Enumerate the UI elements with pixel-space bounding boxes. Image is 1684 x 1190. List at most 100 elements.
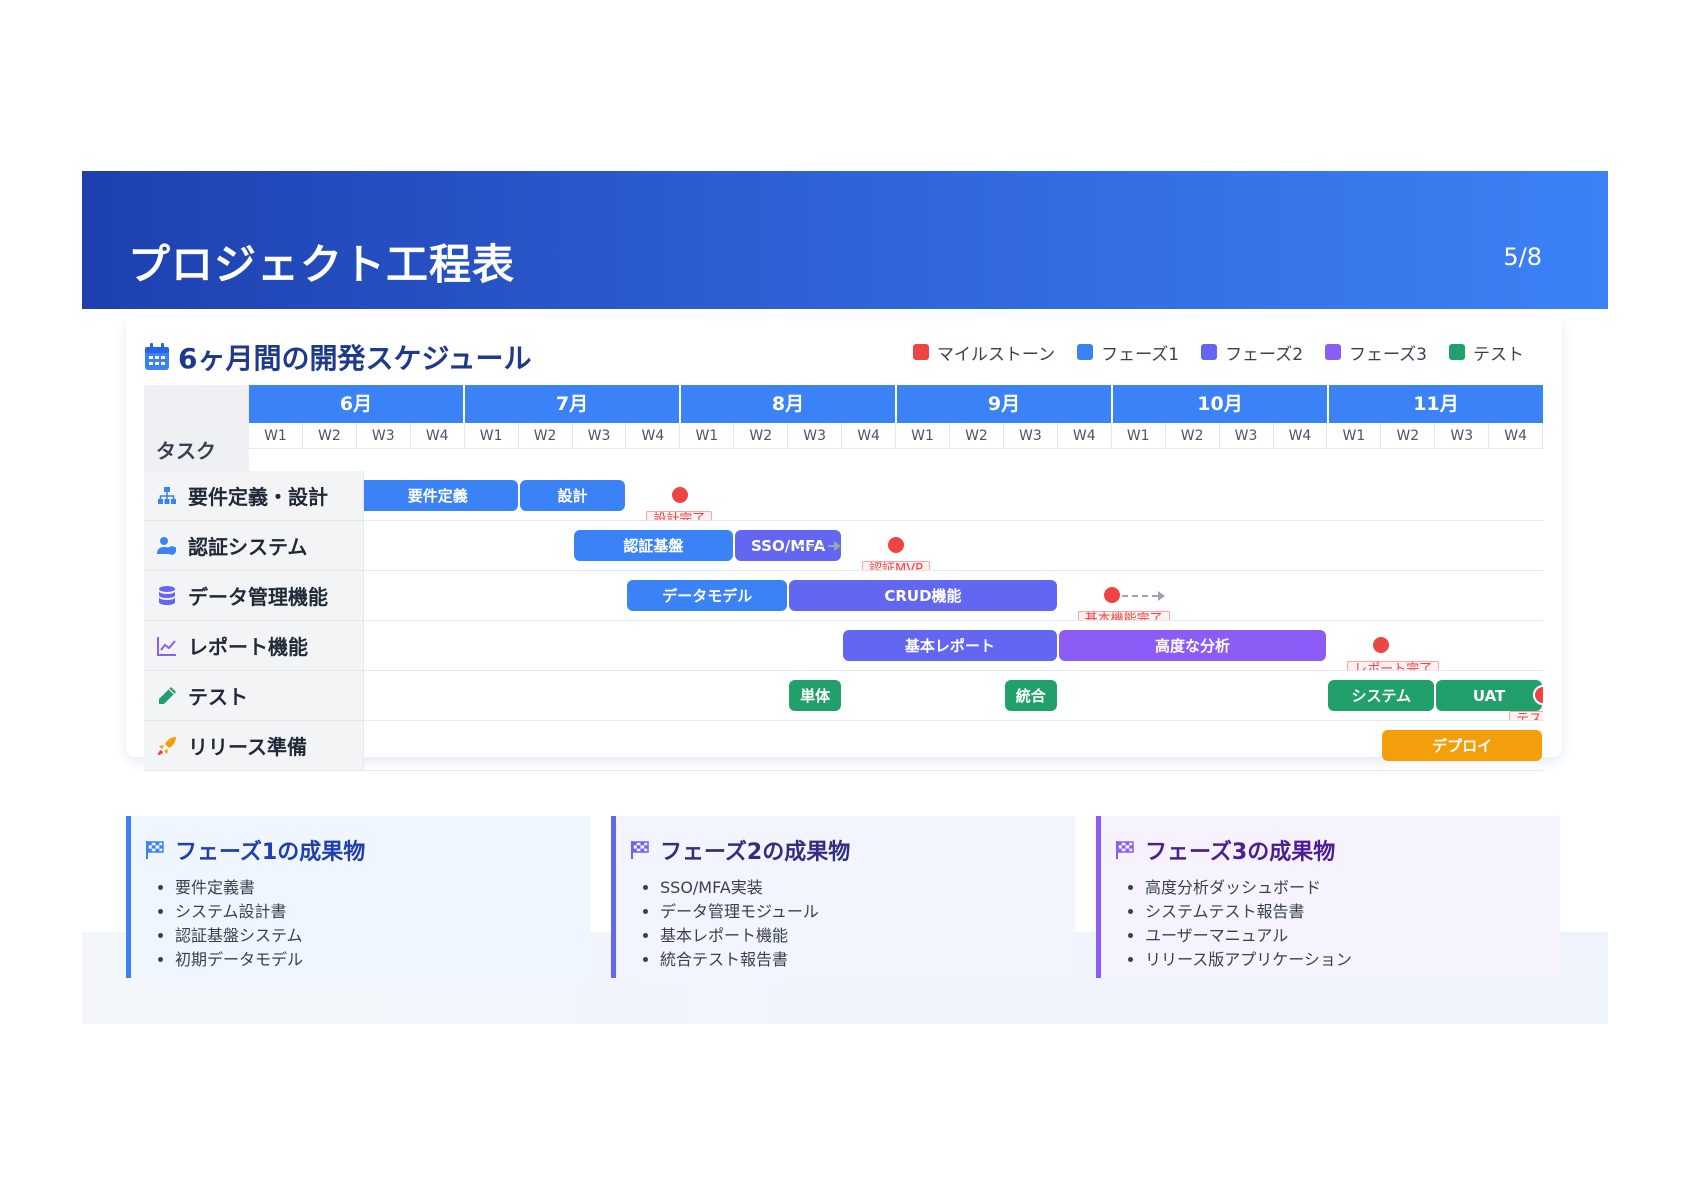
task-header-label: タスク xyxy=(156,439,216,463)
milestone-label: 認証MVP xyxy=(862,561,930,570)
milestone-marker[interactable] xyxy=(1371,635,1392,655)
week-cell: W2 xyxy=(734,423,789,449)
legend-label: フェーズ3 xyxy=(1349,344,1427,365)
week-cell: W1 xyxy=(464,423,519,449)
week-cell: W1 xyxy=(1327,423,1382,449)
week-cell: W4 xyxy=(626,423,681,449)
database-icon xyxy=(156,585,178,607)
month-cell: 9月 xyxy=(897,385,1113,423)
bars-area: 要件定義 設計 設計完了 xyxy=(364,471,1543,520)
week-cell: W2 xyxy=(1165,423,1220,449)
gantt-bar[interactable]: 高度な分析 xyxy=(1058,630,1327,661)
week-cell: W2 xyxy=(302,423,357,449)
week-cell: W1 xyxy=(249,423,303,449)
gantt-bar[interactable]: 要件定義 xyxy=(364,480,518,511)
milestone-marker[interactable] xyxy=(1101,585,1122,605)
gantt-bar[interactable]: 単体 xyxy=(789,680,842,711)
dependency-line xyxy=(1121,595,1158,597)
gantt-row: レポート機能 基本レポート 高度な分析レポート完了 xyxy=(144,621,1543,671)
legend-label: テスト xyxy=(1473,344,1524,365)
chart-line-icon xyxy=(156,635,178,657)
legend-swatch xyxy=(1077,344,1094,360)
legend-label: フェーズ2 xyxy=(1225,344,1304,365)
gantt-bar[interactable]: UAT xyxy=(1436,680,1542,711)
row-label-text: テスト xyxy=(188,685,248,709)
row-label-text: 認証システム xyxy=(188,535,308,559)
dependency-arrow xyxy=(834,541,842,551)
gantt-row: データ管理機能 データモデル CRUD機能 基本機能完了 xyxy=(144,571,1543,621)
list-item: 初期データモデル xyxy=(175,948,590,972)
legend: マイルストーン フェーズ1 フェーズ2 フェーズ3 テスト xyxy=(912,337,1524,367)
week-cell: W1 xyxy=(1111,423,1166,449)
milestone-marker[interactable] xyxy=(670,485,691,505)
gantt-bar[interactable]: システム xyxy=(1328,680,1435,711)
deliverables-card: フェーズ3の成果物高度分析ダッシュボードシステムテスト報告書ユーザーマニュアルリ… xyxy=(1096,816,1560,978)
gantt-bar[interactable]: 設計 xyxy=(519,480,626,511)
week-cell: W3 xyxy=(1435,423,1490,449)
deliverables-title-text: フェーズ3の成果物 xyxy=(1145,840,1336,865)
list-item: 要件定義書 xyxy=(175,876,590,900)
page-number: 5/8 xyxy=(1503,243,1542,271)
dependency-arrow xyxy=(1157,591,1165,601)
week-cell: W4 xyxy=(1489,423,1544,449)
row-label-text: 要件定義・設計 xyxy=(188,485,328,509)
row-label: 認証システム xyxy=(144,521,364,570)
row-label: テスト xyxy=(144,671,364,720)
slide-header: プロジェクト工程表 5/8 xyxy=(82,171,1608,309)
month-cell: 8月 xyxy=(681,385,897,423)
gantt-rows: 要件定義・設計 要件定義 設計 設計完了 認証システム 認証基盤 SSO/MFA 認証MVP デ… xyxy=(144,471,1543,771)
week-cell: W1 xyxy=(896,423,950,449)
week-cell: W4 xyxy=(1273,423,1328,449)
gantt-row: リリース準備 デプロイ xyxy=(144,721,1543,771)
month-header: 6月 7月 8月 9月 10月 11月 xyxy=(249,385,1543,423)
slide: プロジェクト工程表 5/8 6ヶ月間の開発スケジュール マイルストーンフェーズ1… xyxy=(82,171,1608,1024)
week-cell: W3 xyxy=(788,423,843,449)
legend-swatch xyxy=(912,344,929,360)
legend-label: マイルストーン xyxy=(936,344,1056,365)
list-item: リリース版アプリケーション xyxy=(1145,948,1560,972)
legend-item: フェーズ2 xyxy=(1201,340,1303,365)
list-item: 認証基盤システム xyxy=(175,924,590,948)
deliverables-title: フェーズ2の成果物 xyxy=(630,834,1075,866)
list-item: システム設計書 xyxy=(175,900,590,924)
week-cell: W2 xyxy=(518,423,573,449)
row-label-text: レポート機能 xyxy=(188,635,308,659)
calendar-icon xyxy=(144,343,170,371)
card-title-wrap: 6ヶ月間の開発スケジュール xyxy=(144,337,532,377)
legend-item: フェーズ3 xyxy=(1325,340,1427,365)
gantt-row: テスト単体統合システムUATテスト xyxy=(144,671,1543,721)
milestone-marker[interactable] xyxy=(886,535,906,555)
milestone-label: レポート完了 xyxy=(1347,661,1440,670)
week-cell: W4 xyxy=(410,423,465,449)
milestone-label: テスト xyxy=(1509,711,1543,720)
month-cell: 7月 xyxy=(465,385,681,423)
gantt-bar[interactable]: デプロイ xyxy=(1382,730,1542,761)
deliverables-title: フェーズ3の成果物 xyxy=(1115,834,1560,866)
bars-area: 認証基盤 SSO/MFA 認証MVP xyxy=(364,521,1543,570)
gantt-bar[interactable]: 統合 xyxy=(1004,680,1057,711)
deliverables-card: フェーズ1の成果物要件定義書システム設計書認証基盤システム初期データモデル xyxy=(126,816,590,978)
week-cell: W2 xyxy=(1381,423,1436,449)
deliverables-title-text: フェーズ2の成果物 xyxy=(660,840,851,865)
gantt-bar[interactable]: 認証基盤 xyxy=(573,530,734,561)
legend-item: マイルストーン xyxy=(912,340,1056,365)
gantt-bar[interactable]: 基本レポート xyxy=(843,630,1057,661)
row-label-text: リリース準備 xyxy=(188,735,307,759)
page-title: プロジェクト工程表 xyxy=(128,240,516,289)
task-header: タスク xyxy=(144,385,249,471)
legend-swatch xyxy=(1449,344,1465,360)
deliverables-list: 高度分析ダッシュボードシステムテスト報告書ユーザーマニュアルリリース版アプリケー… xyxy=(1115,876,1560,972)
week-cell: W1 xyxy=(680,423,735,449)
list-item: 高度分析ダッシュボード xyxy=(1145,876,1560,900)
list-item: 統合テスト報告書 xyxy=(660,948,1075,972)
bars-area: デプロイ xyxy=(364,721,1543,770)
bars-area: 基本レポート 高度な分析レポート完了 xyxy=(364,621,1543,670)
legend-swatch xyxy=(1325,344,1342,360)
deliverables-title-text: フェーズ1の成果物 xyxy=(175,840,366,865)
gantt-row: 認証システム 認証基盤 SSO/MFA 認証MVP xyxy=(144,521,1543,571)
list-item: 基本レポート機能 xyxy=(660,924,1075,948)
schedule-card: 6ヶ月間の開発スケジュール マイルストーン フェーズ1 フェーズ2 フェーズ3 テスト … xyxy=(126,317,1562,771)
week-header: W1 W2 W3 W4 W1 W2 W3 W4 W1 W2 W3 W4 W1 W2 W3 W4 W1 W2 W3 W4… xyxy=(249,423,1544,449)
gantt-bar[interactable]: データモデル xyxy=(627,580,788,611)
gantt-bar[interactable]: CRUD機能 xyxy=(789,580,1057,611)
